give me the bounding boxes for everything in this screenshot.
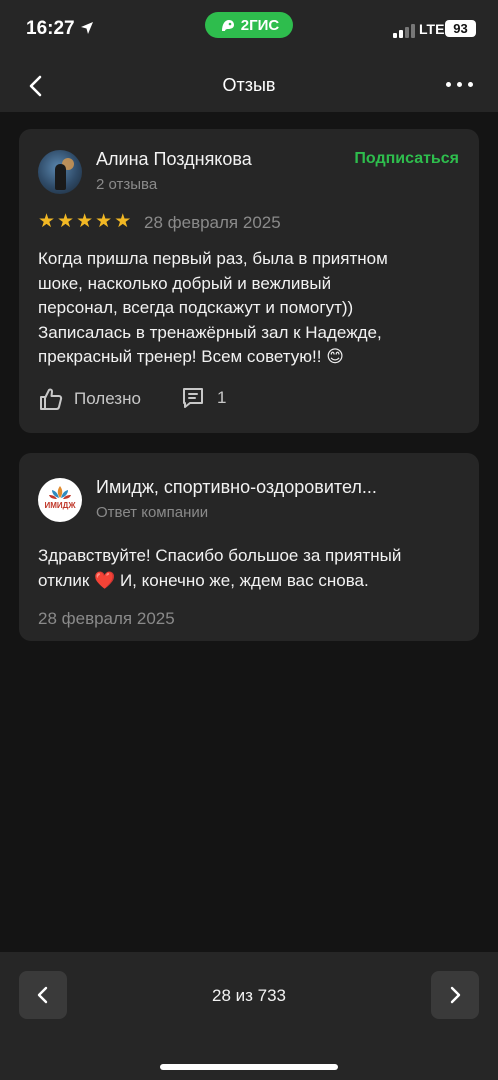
brand-logo-icon <box>221 20 234 31</box>
reply-date: 28 февраля 2025 <box>38 609 175 628</box>
reply-text: Здравствуйте! Спасибо большое за приятны… <box>38 546 402 590</box>
more-options-icon[interactable] <box>446 82 473 87</box>
next-review-button[interactable] <box>431 971 479 1019</box>
status-bar: 16:27 2ГИС LTE 93 <box>0 0 498 58</box>
useful-button[interactable]: Полезно <box>38 386 141 412</box>
home-indicator[interactable] <box>160 1064 338 1070</box>
signal-icon <box>393 24 415 38</box>
location-arrow-icon <box>81 22 93 34</box>
comments-button[interactable]: 1 <box>181 386 226 410</box>
brand-badge[interactable]: 2ГИС <box>205 12 293 38</box>
company-reply-label: Ответ компании <box>96 504 209 521</box>
review-date: 28 февраля 2025 <box>144 213 281 232</box>
author-avatar[interactable] <box>38 150 82 194</box>
page-title: Отзыв <box>222 75 276 95</box>
star-icon: ★ <box>38 211 56 232</box>
status-time: 16:27 <box>26 18 75 39</box>
thumbs-up-icon <box>40 388 63 410</box>
company-reply-card: ИМИДЖ Имидж, спортивно-оздоровител... От… <box>19 453 479 641</box>
chevron-right-icon <box>450 986 461 1004</box>
star-icon: ★ <box>95 211 113 232</box>
review-card: Алина Позднякова 2 отзыва Подписаться ★ … <box>19 129 479 433</box>
company-logo[interactable]: ИМИДЖ <box>38 478 82 522</box>
comment-icon <box>183 388 203 408</box>
company-logo-text: ИМИДЖ <box>44 501 76 510</box>
network-type: LTE <box>419 21 445 37</box>
author-review-count: 2 отзыва <box>96 176 158 193</box>
subscribe-button[interactable]: Подписаться <box>354 150 459 168</box>
battery-icon: 93 <box>445 20 476 37</box>
pagination-text: 28 из 733 <box>211 986 286 1005</box>
star-icon: ★ <box>114 211 132 232</box>
comments-count: 1 <box>217 388 227 407</box>
author-name[interactable]: Алина Позднякова <box>96 149 252 170</box>
useful-label: Полезно <box>74 389 141 408</box>
rating-stars: ★ ★ ★ ★ ★ <box>38 211 131 233</box>
brand-name: 2ГИС <box>240 16 280 34</box>
battery-level: 93 <box>453 21 468 36</box>
star-icon: ★ <box>76 211 94 232</box>
star-icon: ★ <box>57 211 75 232</box>
pagination-bar: 28 из 733 <box>0 952 498 1080</box>
company-name[interactable]: Имидж, спортивно-оздоровител... <box>96 477 456 498</box>
company-logo-emblem <box>49 486 71 499</box>
nav-bar: Отзыв <box>0 58 498 112</box>
review-text: Когда пришла первый раз, была в приятном… <box>38 249 388 366</box>
